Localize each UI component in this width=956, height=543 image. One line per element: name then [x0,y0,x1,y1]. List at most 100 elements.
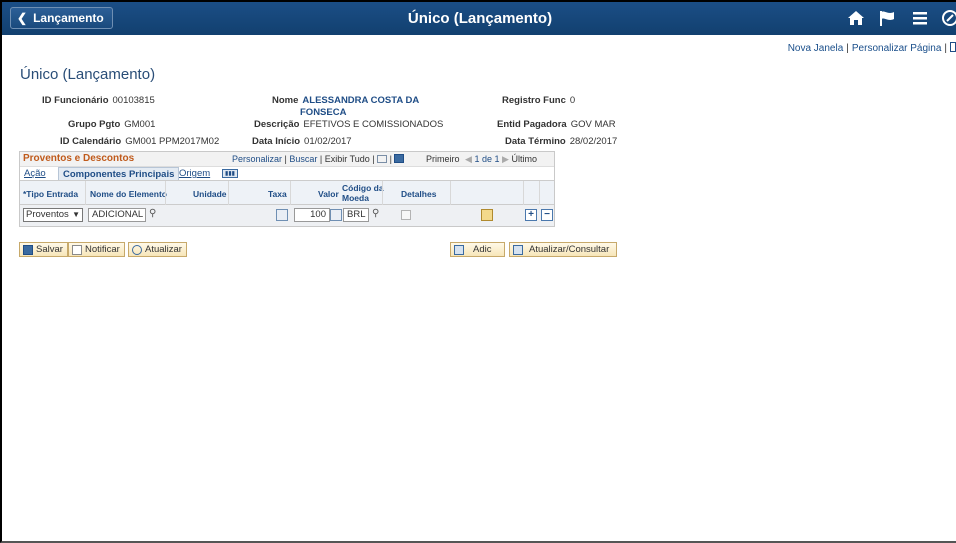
nome-field: Nome ALESSANDRA COSTA DA [272,95,419,106]
separator: | [944,43,947,54]
download-grid-icon[interactable] [394,154,405,163]
personalizar-link[interactable]: Personalizar [232,154,282,164]
descricao-value: EFETIVOS E COMISSIONADOS [303,119,444,130]
tab-origem[interactable]: Origem [175,167,214,181]
data-termino-field: Data Término 28/02/2017 [505,136,617,147]
data-inicio-field: Data Início 01/02/2017 [252,136,352,147]
grupo-pgto-value: GM001 [124,119,156,130]
id-calendario-value: GM001 PPM2017M02 [125,136,220,147]
adic-button[interactable]: Adic [450,242,505,257]
zoom-grid-icon[interactable] [377,155,388,163]
banner-title: Único (Lançamento) [407,10,553,27]
menu-icon[interactable] [908,7,932,29]
adic-label: Adic [473,244,492,255]
descricao-label: Descrição [254,119,300,130]
help-icon[interactable] [950,42,956,52]
nome-value-line2: FONSECA [300,107,347,118]
tipo-entrada-value: Proventos [26,209,69,220]
valor-input[interactable]: 100 [294,208,330,222]
home-icon[interactable] [844,7,868,29]
exibir-tudo-link[interactable]: Exibir Tudo [325,154,370,164]
previous-icon[interactable]: ◀ [465,154,472,164]
col-tipo-entrada: *Tipo Entrada [23,189,79,199]
grupo-pgto-label: Grupo Pgto [68,119,121,130]
notificar-button[interactable]: Notificar [68,242,125,257]
col-codigo-moeda-line1: Código da [342,183,384,193]
tipo-entrada-select[interactable]: Proventos ▼ [23,208,83,222]
navbar-icon[interactable] [938,7,956,29]
data-inicio-label: Data Início [252,136,301,147]
separator: | [846,43,849,54]
show-all-columns-icon[interactable]: ▮▮▮ [222,169,238,178]
grid-title: Proventos e Descontos [23,153,135,164]
chevron-down-icon: ▼ [72,210,80,219]
moeda-input[interactable]: BRL [343,208,369,222]
atualizar-label: Atualizar [145,244,182,255]
atualizar-consultar-label: Atualizar/Consultar [529,244,610,255]
primeiro-link[interactable]: Primeiro [426,154,460,164]
flag-icon[interactable] [875,7,899,29]
col-divider [165,181,166,206]
tab-componentes-principais[interactable]: Componentes Principais [58,167,180,181]
col-divider [450,181,451,206]
notify-icon [72,244,82,255]
col-taxa: Taxa [268,189,287,199]
grid-header: Proventos e Descontos Personalizar | Bus… [20,152,554,166]
detalhes-checkbox[interactable] [401,210,411,220]
col-detalhes: Detalhes [401,189,437,199]
page-title: Único (Lançamento) [20,66,156,83]
salvar-button[interactable]: Salvar [19,242,68,257]
col-divider [382,181,383,206]
registro-func-field: Registro Func 0 [502,95,575,106]
calculator-icon[interactable] [276,209,288,221]
atualizar-button[interactable]: Atualizar [128,242,187,257]
col-valor: Valor [318,189,339,199]
data-inicio-value: 01/02/2017 [304,136,352,147]
row-range: 1 de 1 [474,154,500,164]
ultimo-link[interactable]: Último [511,154,537,164]
entid-pagadora-value: GOV MAR [570,119,616,130]
entid-pagadora-field: Entid Pagadora GOV MAR [497,119,616,130]
salvar-label: Salvar [36,244,63,255]
next-icon[interactable]: ▶ [502,154,509,164]
entid-pagadora-label: Entid Pagadora [497,119,567,130]
add-row-button[interactable]: + [525,209,537,221]
new-window-link[interactable]: Nova Janela [788,43,844,54]
delete-row-button[interactable]: − [541,209,553,221]
id-funcionario-field: ID Funcionário 00103815 [42,95,155,106]
details-page-icon[interactable] [481,209,493,221]
proventos-grid: Proventos e Descontos Personalizar | Bus… [19,151,555,227]
registro-func-label: Registro Func [502,95,566,106]
registro-func-value: 0 [569,95,576,106]
top-banner: ❮ Lançamento Único (Lançamento) [2,2,956,35]
nome-field-line2: FONSECA [300,107,346,118]
col-divider [228,181,229,206]
descricao-field: Descrição EFETIVOS E COMISSIONADOS [254,119,443,130]
col-divider [290,181,291,206]
grid-navigation: Primeiro ◀ 1 de 1 ▶ Último [426,154,537,165]
calculator-icon[interactable] [330,209,342,221]
col-codigo-moeda-line2: Moeda [342,193,369,203]
page-links: Nova Janela | Personalizar Página | [788,42,956,54]
app-window: ❮ Lançamento Único (Lançamento) Nova Jan… [0,0,956,543]
search-icon[interactable]: ⚲ [372,208,379,219]
col-unidade: Unidade [193,189,227,199]
id-calendario-field: ID Calendário GM001 PPM2017M02 [60,136,219,147]
grupo-pgto-field: Grupo Pgto GM001 [68,119,155,130]
tab-acao[interactable]: Ação [20,167,50,181]
save-icon [23,244,33,255]
col-divider [85,181,86,206]
customize-page-link[interactable]: Personalizar Página [852,43,942,54]
atualizar-consultar-button[interactable]: Atualizar/Consultar [509,242,617,257]
add-icon [454,244,464,255]
data-termino-label: Data Término [505,136,566,147]
grid-tools: Personalizar | Buscar | Exibir Tudo | | [232,154,405,164]
search-icon[interactable]: ⚲ [149,208,156,219]
nome-elemento-input[interactable]: ADICIONAL [88,208,146,222]
grid-tabs: Ação Componentes Principais Origem ▮▮▮ [20,166,554,181]
id-calendario-label: ID Calendário [60,136,122,147]
notificar-label: Notificar [85,244,120,255]
buscar-link[interactable]: Buscar [289,154,317,164]
data-termino-value: 28/02/2017 [569,136,618,147]
id-funcionario-value: 00103815 [112,95,155,106]
